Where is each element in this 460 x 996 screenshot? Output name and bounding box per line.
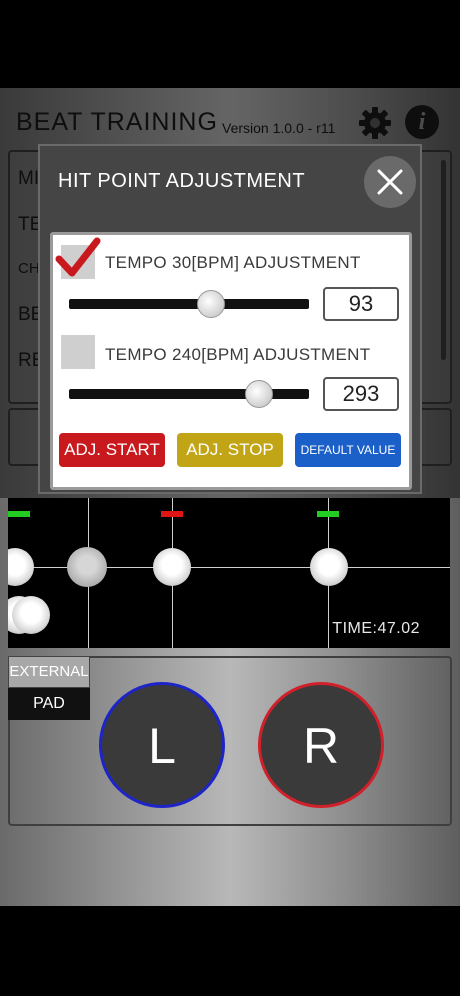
right-pad[interactable]: R [258,682,384,808]
left-pad[interactable]: L [99,682,225,808]
tempo30-slider-thumb[interactable] [196,290,225,318]
checkmark-icon [55,237,101,277]
beat-timeline: TIME:47.02 [8,498,450,648]
tempo30-label: TEMPO 30[BPM] ADJUSTMENT [105,253,361,272]
app-screen: BEAT TRAINING Version 1.0.0 - r11 i MI T… [0,88,460,906]
tempo240-slider-thumb[interactable] [244,380,273,408]
tempo30-slider[interactable] [69,290,309,318]
hit-point-dialog: HIT POINT ADJUSTMENT TEMPO 30[BPM] ADJUS… [38,144,422,494]
tempo30-checkbox[interactable] [55,237,101,279]
tempo240-slider[interactable] [69,380,309,408]
beat-marker [317,511,339,517]
tempo240-checkbox[interactable] [61,335,95,369]
beat-marker [161,511,183,517]
external-pad-button-label[interactable]: PAD [8,688,90,720]
tempo240-value[interactable]: 293 [323,377,399,411]
note-ball [153,548,191,586]
hit-cursor [67,547,107,587]
dialog-title: HIT POINT ADJUSTMENT [58,170,306,192]
beat-marker [8,511,30,517]
external-pad-button[interactable]: EXTERNAL [8,656,90,688]
tempo240-label: TEMPO 240[BPM] ADJUSTMENT [105,345,371,364]
close-icon [377,169,403,195]
tempo30-value[interactable]: 93 [323,287,399,321]
adj-stop-button[interactable]: ADJ. STOP [177,433,283,467]
close-button[interactable] [364,156,416,208]
time-readout: TIME:47.02 [332,620,420,637]
note-ball [12,596,50,634]
default-value-button[interactable]: DEFAULT VALUE [295,433,401,467]
dialog-body: TEMPO 30[BPM] ADJUSTMENT 93 TEMPO 240[BP… [50,232,412,490]
adj-start-button[interactable]: ADJ. START [59,433,165,467]
note-ball [8,548,34,586]
note-ball [310,548,348,586]
